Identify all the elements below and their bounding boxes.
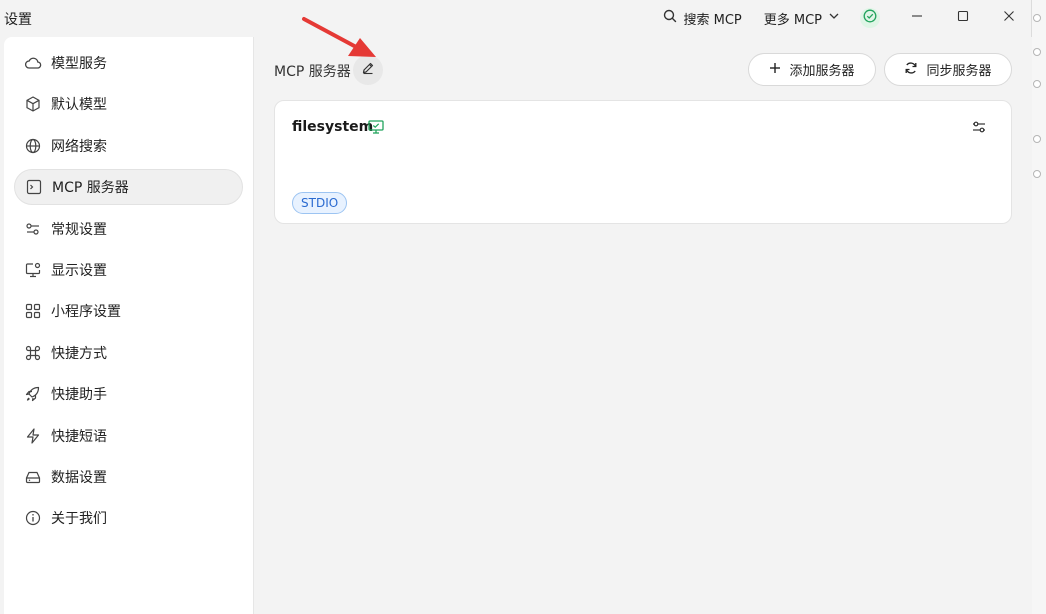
refresh-icon <box>904 61 918 79</box>
add-server-label: 添加服务器 <box>789 64 855 79</box>
sidebar-item-web-search[interactable]: 网络搜索 <box>14 128 243 164</box>
sidebar-item-mini-app-settings[interactable]: 小程序设置 <box>14 293 243 329</box>
minimize-icon <box>911 10 923 26</box>
command-icon <box>24 344 42 362</box>
close-button[interactable] <box>986 0 1032 36</box>
window-title: 设置 <box>4 12 32 28</box>
lightning-icon <box>24 427 42 445</box>
chevron-down-icon <box>828 10 840 26</box>
server-type-badge: STDIO <box>292 192 348 214</box>
sidebar-item-label: 关于我们 <box>51 511 107 528</box>
edit-title-button[interactable] <box>353 55 383 85</box>
background-mark <box>1033 14 1041 22</box>
settings-sidebar: 模型服务 默认模型 网络搜索 MCP 服务器 常规设置 显示设置 小程序设置 快… <box>4 37 254 614</box>
sidebar-item-label: MCP 服务器 <box>52 180 129 197</box>
sidebar-item-label: 显示设置 <box>51 262 107 279</box>
cube-icon <box>24 95 42 113</box>
sidebar-item-label: 快捷助手 <box>51 387 107 404</box>
sidebar-item-quick-assistant[interactable]: 快捷助手 <box>14 376 243 412</box>
title-bar-actions: 搜索 MCP 更多 MCP <box>663 0 1032 36</box>
status-ok-indicator[interactable] <box>860 8 880 28</box>
sidebar-item-model-service[interactable]: 模型服务 <box>14 45 243 81</box>
sidebar-item-label: 网络搜索 <box>51 138 107 155</box>
close-icon <box>1003 10 1015 26</box>
background-mark <box>1033 170 1041 178</box>
sidebar-item-default-model[interactable]: 默认模型 <box>14 86 243 122</box>
minimize-button[interactable] <box>894 0 940 36</box>
server-card[interactable]: filesystem STDIO <box>274 100 1012 224</box>
more-mcp-dropdown[interactable]: 更多 MCP <box>764 9 840 28</box>
pencil-icon <box>361 61 375 79</box>
page-title: MCP 服务器 <box>274 64 351 80</box>
globe-icon <box>24 137 42 155</box>
check-circle-icon <box>863 9 877 27</box>
sidebar-item-label: 快捷短语 <box>51 428 107 445</box>
sidebar-item-label: 数据设置 <box>51 469 107 486</box>
maximize-button[interactable] <box>940 0 986 36</box>
terminal-icon <box>25 178 43 196</box>
search-mcp-label: 搜索 MCP <box>683 12 742 28</box>
settings-window: 设置 搜索 MCP 更多 MCP 模型服务 默认模型 网络搜索 MCP 服务器 … <box>0 0 1032 614</box>
mcp-settings-panel: MCP 服务器 添加服务器 同步服务器 filesystem STDIO <box>254 37 1032 614</box>
sidebar-item-label: 模型服务 <box>51 56 107 72</box>
background-mark <box>1033 135 1041 143</box>
maximize-icon <box>957 10 969 26</box>
sidebar-item-label: 默认模型 <box>51 97 107 114</box>
sidebar-item-quick-phrases[interactable]: 快捷短语 <box>14 418 243 454</box>
search-mcp-button[interactable]: 搜索 MCP <box>663 9 742 28</box>
sidebar-item-data-settings[interactable]: 数据设置 <box>14 459 243 495</box>
background-window-edge <box>1032 0 1046 614</box>
search-icon <box>663 9 677 27</box>
drive-icon <box>24 468 42 486</box>
sidebar-item-label: 常规设置 <box>51 221 107 238</box>
sync-servers-button[interactable]: 同步服务器 <box>884 53 1012 86</box>
sliders-icon <box>24 220 42 238</box>
cloud-icon <box>24 54 42 72</box>
monitor-settings-icon <box>24 261 42 279</box>
sidebar-item-shortcuts[interactable]: 快捷方式 <box>14 335 243 371</box>
sync-servers-label: 同步服务器 <box>926 64 992 79</box>
sidebar-item-label: 快捷方式 <box>51 345 107 362</box>
background-mark <box>1033 48 1041 56</box>
title-bar: 设置 搜索 MCP 更多 MCP <box>0 0 1032 36</box>
monitor-icon <box>368 120 384 138</box>
background-mark <box>1033 80 1041 88</box>
info-icon <box>24 509 42 527</box>
more-mcp-label: 更多 MCP <box>763 12 822 28</box>
sidebar-item-about[interactable]: 关于我们 <box>14 500 243 536</box>
add-server-button[interactable]: 添加服务器 <box>748 53 876 86</box>
sidebar-item-general-settings[interactable]: 常规设置 <box>14 211 243 247</box>
plus-icon <box>769 62 781 78</box>
server-name: filesystem <box>292 119 374 135</box>
sidebar-item-mcp-servers[interactable]: MCP 服务器 <box>14 169 243 206</box>
settings-sliders-icon[interactable] <box>971 119 987 139</box>
grid-icon <box>24 302 42 320</box>
sidebar-item-label: 小程序设置 <box>51 304 121 321</box>
rocket-icon <box>24 385 42 403</box>
sidebar-item-display-settings[interactable]: 显示设置 <box>14 252 243 288</box>
